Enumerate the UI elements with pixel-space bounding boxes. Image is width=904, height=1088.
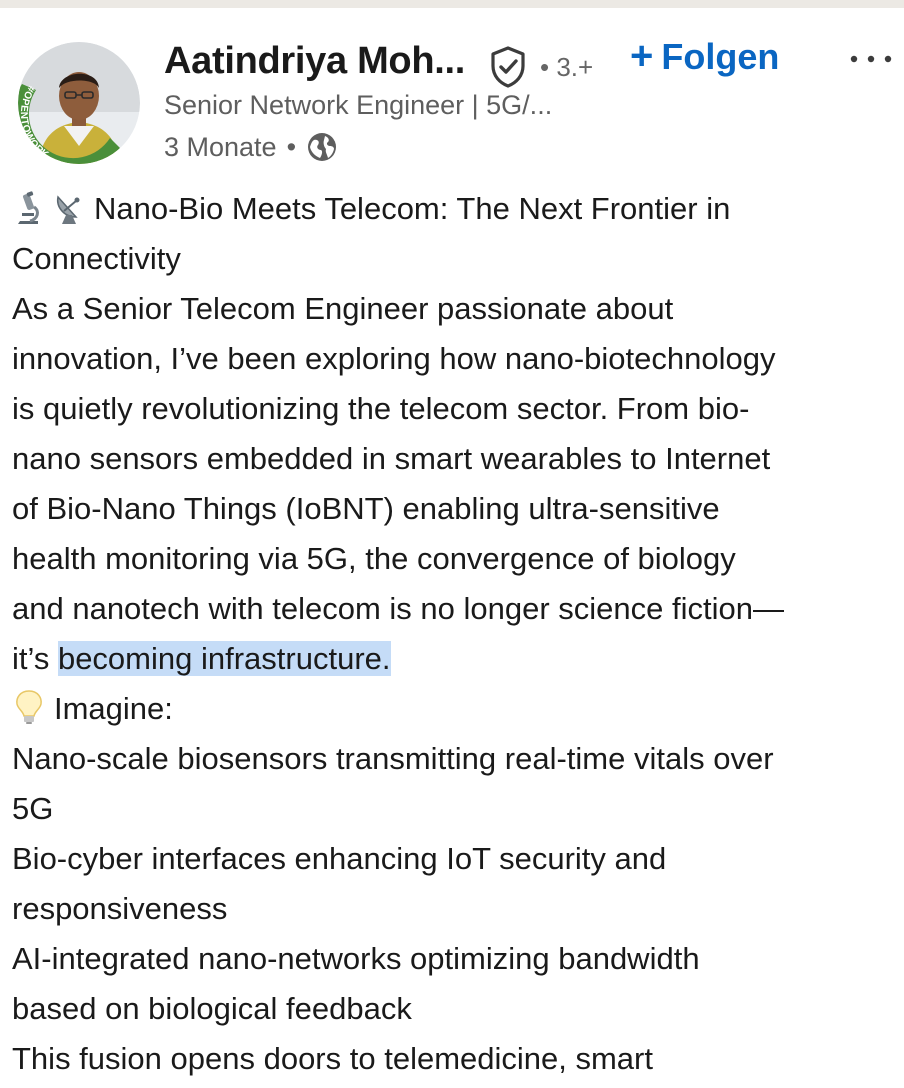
author-name[interactable]: Aatindriya Moh... (164, 40, 465, 83)
post-meta: 3 Monate • (164, 130, 338, 164)
post-line: of Bio-Nano Things (IoBNT) enabling ultr… (12, 491, 720, 526)
post-line: As a Senior Telecom Engineer passionate … (12, 291, 674, 326)
shield-check-icon (491, 46, 525, 88)
more-horizontal-icon[interactable] (848, 44, 894, 74)
post-line: innovation, I’ve been exploring how nano… (12, 341, 776, 376)
post-body: Nano-Bio Meets Telecom: The Next Frontie… (12, 184, 902, 1084)
post-time: 3 Monate (164, 131, 277, 162)
plus-icon: + (630, 34, 654, 78)
post-line: Bio-cyber interfaces enhancing IoT secur… (12, 841, 667, 876)
post-text: it’s (12, 641, 58, 676)
satellite-dish-emoji-icon (56, 195, 80, 224)
avatar-image: #OPENTOWORK (18, 42, 140, 164)
meta-separator: • (286, 131, 297, 162)
author-avatar[interactable]: #OPENTOWORK (18, 42, 140, 164)
follow-button[interactable]: + Folgen (630, 34, 779, 79)
post-line: Connectivity (12, 241, 181, 276)
post-line: Nano-scale biosensors transmitting real-… (12, 741, 774, 776)
globe-icon (308, 133, 337, 161)
post-line: This fusion opens doors to telemedicine,… (12, 1041, 653, 1076)
post-title-line: Nano-Bio Meets Telecom: The Next Frontie… (12, 184, 902, 234)
microscope-emoji-icon (18, 191, 39, 224)
top-divider (0, 0, 904, 8)
post-line: health monitoring via 5G, the convergenc… (12, 541, 736, 576)
post-text: Imagine: (54, 691, 173, 726)
light-bulb-emoji-icon (16, 690, 42, 724)
post-line: based on biological feedback (12, 991, 412, 1026)
follow-label: Folgen (661, 36, 780, 77)
selected-text: becoming infrastructure. (57, 641, 391, 676)
post-line: and nanotech with telecom is no longer s… (12, 591, 784, 626)
post-line: responsiveness (12, 891, 228, 926)
imagine-line: Imagine: (12, 684, 902, 734)
author-headline: Senior Network Engineer | 5G/... (164, 90, 553, 120)
post-line: it’s becoming infrastructure. (12, 634, 902, 684)
post-line: AI-integrated nano-networks optimizing b… (12, 941, 700, 976)
connection-degree: • 3.+ (540, 52, 594, 82)
post-line: nano sensors embedded in smart wearables… (12, 441, 771, 476)
post-title: Nano-Bio Meets Telecom: The Next Frontie… (94, 191, 731, 226)
post-line: is quietly revolutionizing the telecom s… (12, 391, 750, 426)
post-line: 5G (12, 791, 54, 826)
